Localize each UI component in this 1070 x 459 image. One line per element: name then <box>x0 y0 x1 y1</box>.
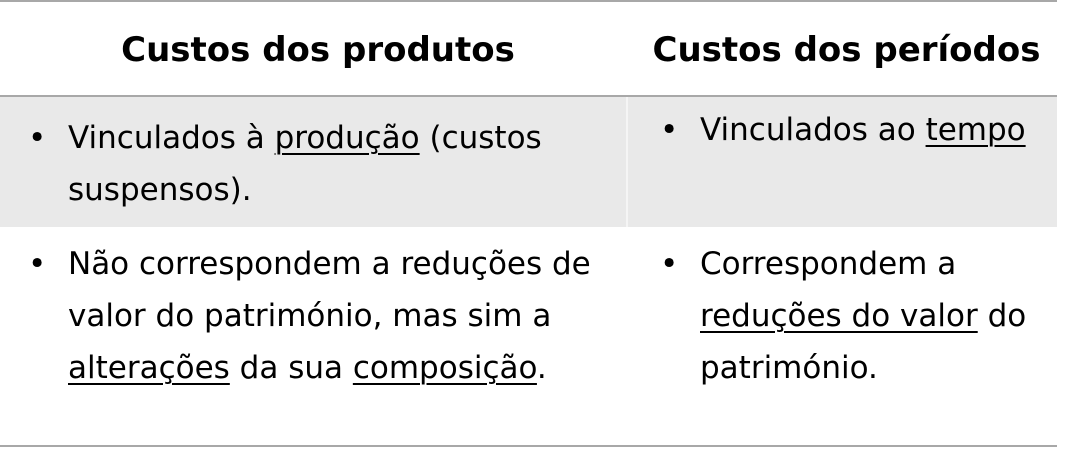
cell-row2-product: • Não correspondem a reduções de valor d… <box>28 238 628 394</box>
list-item: • Correspondem a reduções do valor do pa… <box>660 238 1057 394</box>
underlined-term: produção <box>274 120 420 156</box>
cell-text-pre: Não correspondem a reduções de valor do … <box>68 246 591 334</box>
cell-text-mid: da sua <box>229 350 353 386</box>
cell-row2-period: • Correspondem a reduções do valor do pa… <box>660 238 1057 394</box>
list-item: • Vinculados à produção (custos suspenso… <box>28 112 628 216</box>
header-product-costs: Custos dos produtos <box>121 30 515 70</box>
row-divider <box>0 227 1057 229</box>
bullet-icon: • <box>28 120 47 156</box>
list-item: • Não correspondem a reduções de valor d… <box>28 238 628 394</box>
cell-text-pre: Correspondem a <box>700 246 957 282</box>
underlined-term: reduções do valor <box>700 298 978 334</box>
underlined-term: alterações <box>68 350 230 386</box>
table-bottom-rule <box>0 445 1057 447</box>
bullet-icon: • <box>28 246 47 282</box>
underlined-term: tempo <box>925 112 1026 148</box>
cell-text-pre: Vinculados ao <box>700 112 926 148</box>
cell-text-pre: Vinculados à <box>68 120 275 156</box>
cell-row1-product: • Vinculados à produção (custos suspenso… <box>28 112 628 216</box>
cell-text-post: . <box>536 350 547 386</box>
cell-row1-period: • Vinculados ao tempo <box>660 104 1057 156</box>
cost-comparison-table: Custos dos produtos Custos dos períodos … <box>0 0 1057 459</box>
table-top-rule <box>0 0 1057 2</box>
list-item: • Vinculados ao tempo <box>660 104 1057 156</box>
header-period-costs: Custos dos períodos <box>652 30 1041 70</box>
underlined-term: composição <box>352 350 537 386</box>
bullet-icon: • <box>660 112 679 148</box>
bullet-icon: • <box>660 246 679 282</box>
